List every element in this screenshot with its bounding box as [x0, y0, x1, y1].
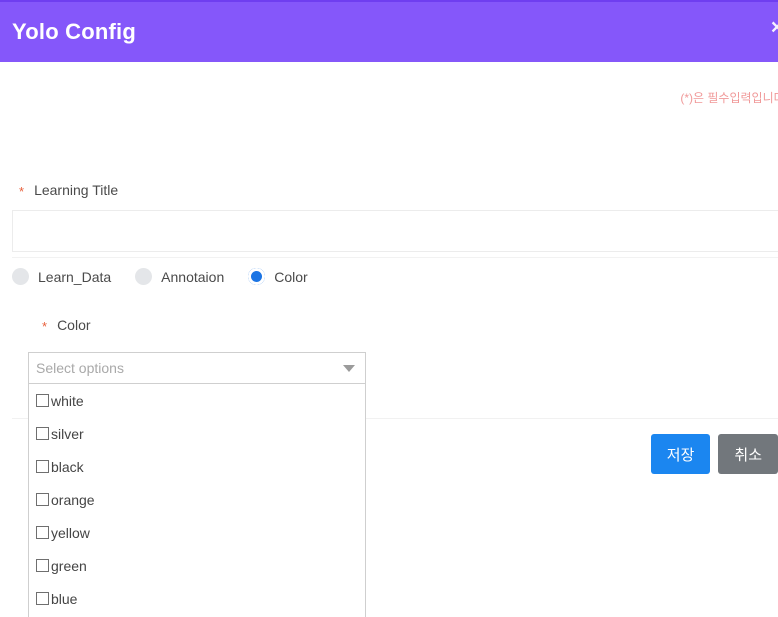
- required-fields-note: (*)은 필수입력입니다.: [680, 91, 778, 105]
- radio-annotaion[interactable]: Annotaion: [135, 268, 224, 285]
- color-options-dropdown[interactable]: white silver black orange yellow green b…: [28, 384, 366, 617]
- yolo-config-modal: Yolo Config × (*)은 필수입력입니다. * Learning T…: [0, 0, 778, 617]
- color-select-box[interactable]: Select options: [28, 352, 366, 384]
- radio-color-label: Color: [274, 268, 308, 285]
- required-asterisk-icon: *: [19, 183, 25, 199]
- checkbox-unchecked-icon[interactable]: [36, 526, 49, 539]
- radio-learn-data-label: Learn_Data: [38, 268, 112, 285]
- dropdown-option-label: white: [51, 392, 84, 409]
- config-type-radio-group: Learn_Data Annotaion Color: [12, 268, 332, 285]
- modal-body: (*)은 필수입력입니다. * Learning Title Learn_Dat…: [0, 62, 778, 617]
- checkbox-unchecked-icon[interactable]: [36, 493, 49, 506]
- save-button[interactable]: 저장: [650, 434, 711, 474]
- dropdown-option[interactable]: black: [29, 450, 365, 483]
- learning-title-label-text: Learning Title: [34, 182, 119, 198]
- dropdown-option-label: yellow: [51, 524, 90, 541]
- dropdown-option-label: black: [51, 458, 84, 475]
- checkbox-unchecked-icon[interactable]: [36, 592, 49, 605]
- dropdown-option[interactable]: silver: [29, 417, 365, 450]
- color-label: * Color: [42, 317, 91, 333]
- modal-title: Yolo Config: [12, 19, 136, 44]
- chevron-down-icon: [343, 364, 355, 372]
- learning-title-input[interactable]: [12, 210, 778, 252]
- checkbox-unchecked-icon[interactable]: [36, 460, 49, 473]
- dropdown-option-label: green: [51, 557, 87, 574]
- dropdown-option-label: orange: [51, 491, 95, 508]
- radio-unselected-icon: [12, 268, 29, 285]
- checkbox-unchecked-icon[interactable]: [36, 559, 49, 572]
- app-root: Previous 1 Next Yolo Config × (*)은 필수입력입…: [0, 0, 778, 617]
- learning-title-label: * Learning Title: [19, 182, 118, 198]
- radio-selected-icon: [248, 268, 266, 285]
- dropdown-option-label: silver: [51, 425, 84, 442]
- dropdown-option[interactable]: yellow: [29, 516, 365, 549]
- dropdown-option[interactable]: green: [29, 549, 365, 582]
- required-asterisk-icon: *: [42, 318, 48, 334]
- dropdown-option-label: blue: [51, 590, 78, 607]
- checkbox-unchecked-icon[interactable]: [36, 427, 49, 440]
- close-icon[interactable]: ×: [766, 16, 778, 40]
- dropdown-option[interactable]: white: [29, 384, 365, 417]
- checkbox-unchecked-icon[interactable]: [36, 394, 49, 407]
- modal-actions: 저장 취소: [650, 434, 778, 474]
- radio-learn-data[interactable]: Learn_Data: [12, 268, 111, 285]
- radio-unselected-icon: [135, 268, 153, 285]
- radio-color[interactable]: Color: [248, 268, 308, 285]
- cancel-button[interactable]: 취소: [718, 434, 778, 474]
- color-label-text: Color: [57, 317, 91, 333]
- modal-header: Yolo Config ×: [0, 0, 778, 62]
- dropdown-option[interactable]: orange: [29, 483, 365, 516]
- radio-annotaion-label: Annotaion: [161, 268, 225, 285]
- field-separator-rule: [12, 257, 778, 258]
- color-select-placeholder: Select options: [36, 360, 124, 376]
- dropdown-option[interactable]: blue: [29, 582, 365, 615]
